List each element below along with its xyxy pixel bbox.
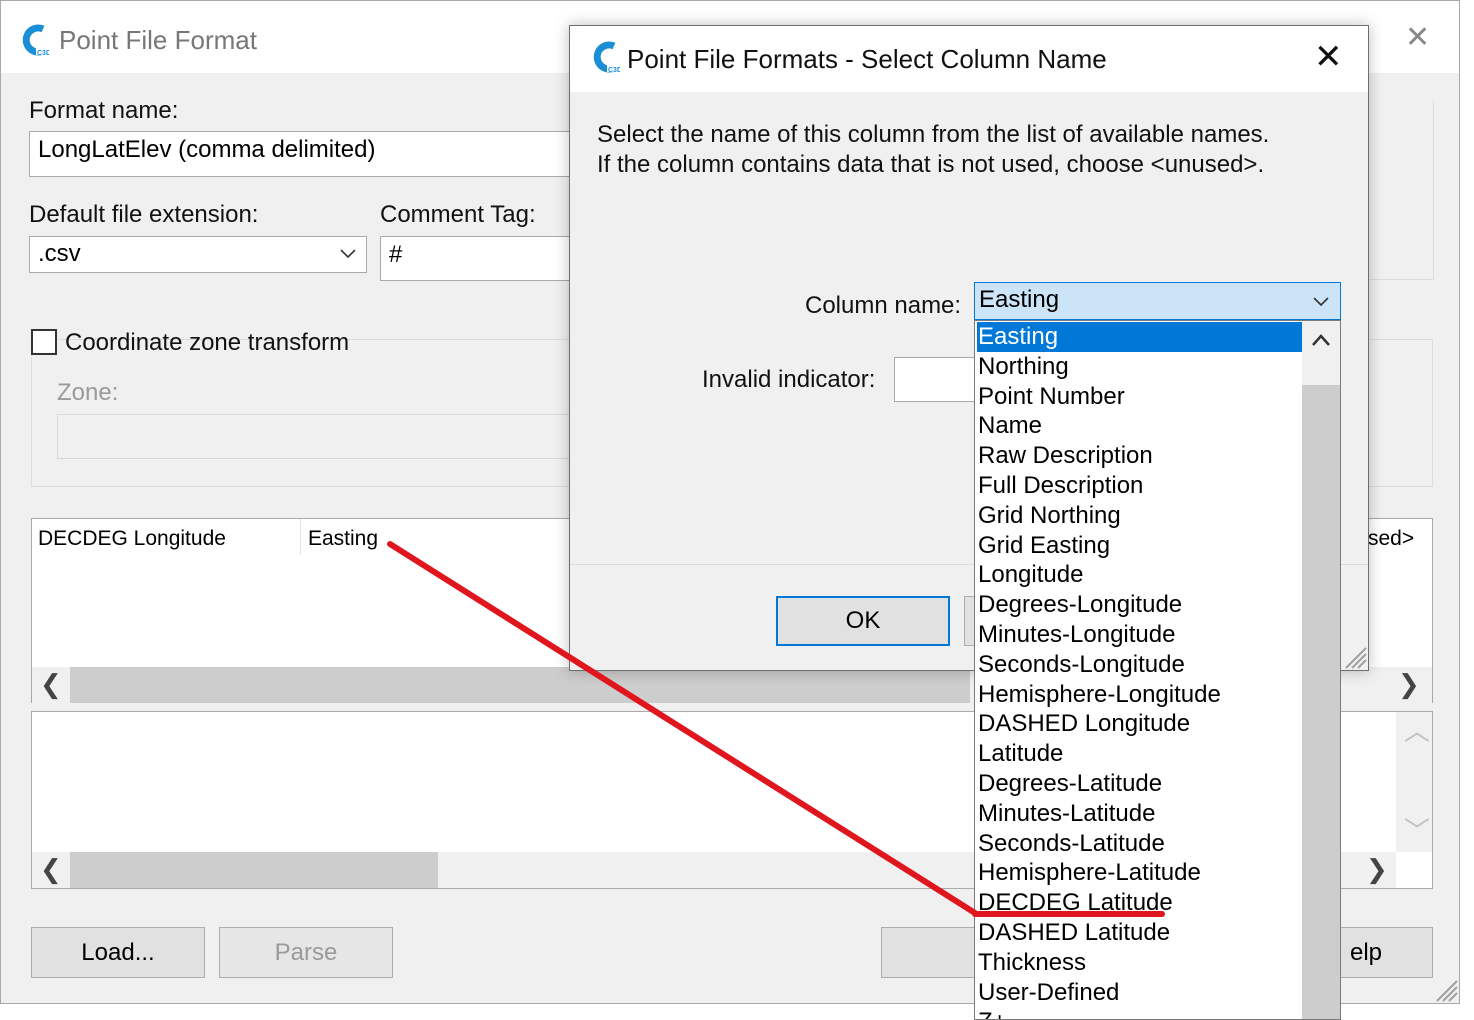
chevron-up-icon[interactable]	[1311, 333, 1331, 347]
window-title: Point File Format	[59, 25, 257, 55]
dropdown-item[interactable]: Northing	[977, 352, 1302, 382]
dropdown-item[interactable]: Hemisphere-Longitude	[977, 680, 1302, 710]
dropdown-item[interactable]: Full Description	[977, 471, 1302, 501]
zone-field	[57, 414, 577, 459]
close-icon[interactable]: ✕	[1405, 23, 1430, 53]
resize-grip-icon[interactable]	[1433, 979, 1459, 1003]
column-header-clipped[interactable]: sed>	[1368, 527, 1414, 551]
dropdown-item[interactable]: Hemisphere-Latitude	[977, 858, 1302, 888]
resize-grip-icon[interactable]	[1342, 646, 1368, 670]
civil3d-app-icon: C3D	[593, 41, 620, 74]
dropdown-item[interactable]: Raw Description	[977, 441, 1302, 471]
invalid-indicator-input[interactable]	[894, 357, 984, 402]
default-extension-select[interactable]: .csv	[29, 236, 367, 273]
dropdown-item[interactable]: Latitude	[977, 739, 1302, 769]
default-extension-value: .csv	[38, 240, 81, 267]
svg-text:C3D: C3D	[608, 67, 620, 74]
dropdown-item[interactable]: DASHED Latitude	[977, 918, 1302, 948]
coordinate-zone-checkbox[interactable]	[31, 329, 57, 355]
format-name-label: Format name:	[29, 97, 179, 124]
dialog-title-bar: C3D Point File Formats - Select Column N…	[570, 26, 1368, 92]
column-header[interactable]: Easting	[308, 527, 378, 551]
dropdown-item[interactable]: Grid Easting	[977, 531, 1302, 561]
group-frame	[1369, 101, 1434, 280]
dropdown-item[interactable]: DASHED Longitude	[977, 709, 1302, 739]
chevron-down-icon	[340, 249, 356, 259]
scrollbar-thumb[interactable]	[70, 852, 438, 888]
load-button[interactable]: Load...	[31, 927, 205, 978]
scrollbar-thumb[interactable]	[70, 667, 970, 703]
column-name-dropdown-list: Easting Northing Point Number Name Raw Descr…	[974, 320, 1341, 1020]
dropdown-item[interactable]: DECDEG Latitude	[977, 888, 1302, 918]
vertical-scrollbar[interactable]: ︿ ﹀	[1396, 712, 1432, 852]
dialog-title: Point File Formats - Select Column Name	[627, 44, 1107, 74]
close-icon[interactable]: ✕	[1314, 40, 1343, 74]
instructions-line: Select the name of this column from the …	[597, 121, 1270, 148]
default-extension-label: Default file extension:	[29, 201, 259, 228]
dropdown-item[interactable]: Degrees-Latitude	[977, 769, 1302, 799]
dialog-ok-button[interactable]: OK	[776, 596, 950, 646]
dropdown-scrollbar-thumb[interactable]	[1302, 385, 1340, 1019]
coordinate-zone-label: Coordinate zone transform	[65, 329, 350, 356]
scroll-right-icon[interactable]: ❯	[1398, 671, 1420, 697]
dropdown-item[interactable]: Longitude	[977, 560, 1302, 590]
invalid-indicator-label: Invalid indicator:	[702, 366, 876, 393]
dialog-instructions: Select the name of this column from the …	[597, 120, 1269, 180]
scroll-up-icon[interactable]: ︿	[1404, 718, 1430, 744]
column-name-select[interactable]: Easting	[974, 282, 1341, 320]
svg-text:C3D: C3D	[37, 50, 49, 57]
comment-tag-input[interactable]: #	[380, 236, 590, 281]
scroll-left-icon[interactable]: ❮	[40, 856, 62, 882]
dropdown-item[interactable]: Name	[977, 411, 1302, 441]
scroll-right-icon[interactable]: ❯	[1366, 856, 1388, 882]
scroll-down-icon[interactable]: ﹀	[1404, 818, 1430, 844]
dropdown-item[interactable]: Easting	[977, 322, 1302, 352]
column-divider	[300, 519, 301, 555]
dropdown-item[interactable]: Grid Northing	[977, 501, 1302, 531]
column-name-value: Easting	[979, 286, 1060, 313]
scroll-left-icon[interactable]: ❮	[40, 671, 62, 697]
parse-button[interactable]: Parse	[219, 927, 393, 978]
dropdown-item[interactable]: Thickness	[977, 948, 1302, 978]
dropdown-item[interactable]: Minutes-Latitude	[977, 799, 1302, 829]
dropdown-item[interactable]: Z+	[977, 1007, 1302, 1019]
format-name-input[interactable]: LongLatElev (comma delimited)	[29, 131, 589, 177]
column-name-label: Column name:	[805, 292, 962, 319]
zone-label: Zone:	[57, 379, 119, 406]
dropdown-item[interactable]: Point Number	[977, 382, 1302, 412]
dropdown-item[interactable]: Seconds-Longitude	[977, 650, 1302, 680]
dropdown-item[interactable]: Minutes-Longitude	[977, 620, 1302, 650]
dropdown-item[interactable]: Seconds-Latitude	[977, 829, 1302, 859]
chevron-down-icon	[1313, 297, 1329, 307]
comment-tag-label: Comment Tag:	[380, 201, 536, 228]
help-button-label: elp	[1349, 938, 1383, 966]
civil3d-app-icon: C3D	[22, 24, 49, 57]
dropdown-item[interactable]: User-Defined	[977, 978, 1302, 1008]
instructions-line: If the column contains data that is not …	[597, 151, 1265, 178]
dropdown-item[interactable]: Degrees-Longitude	[977, 590, 1302, 620]
column-header[interactable]: DECDEG Longitude	[38, 527, 226, 551]
